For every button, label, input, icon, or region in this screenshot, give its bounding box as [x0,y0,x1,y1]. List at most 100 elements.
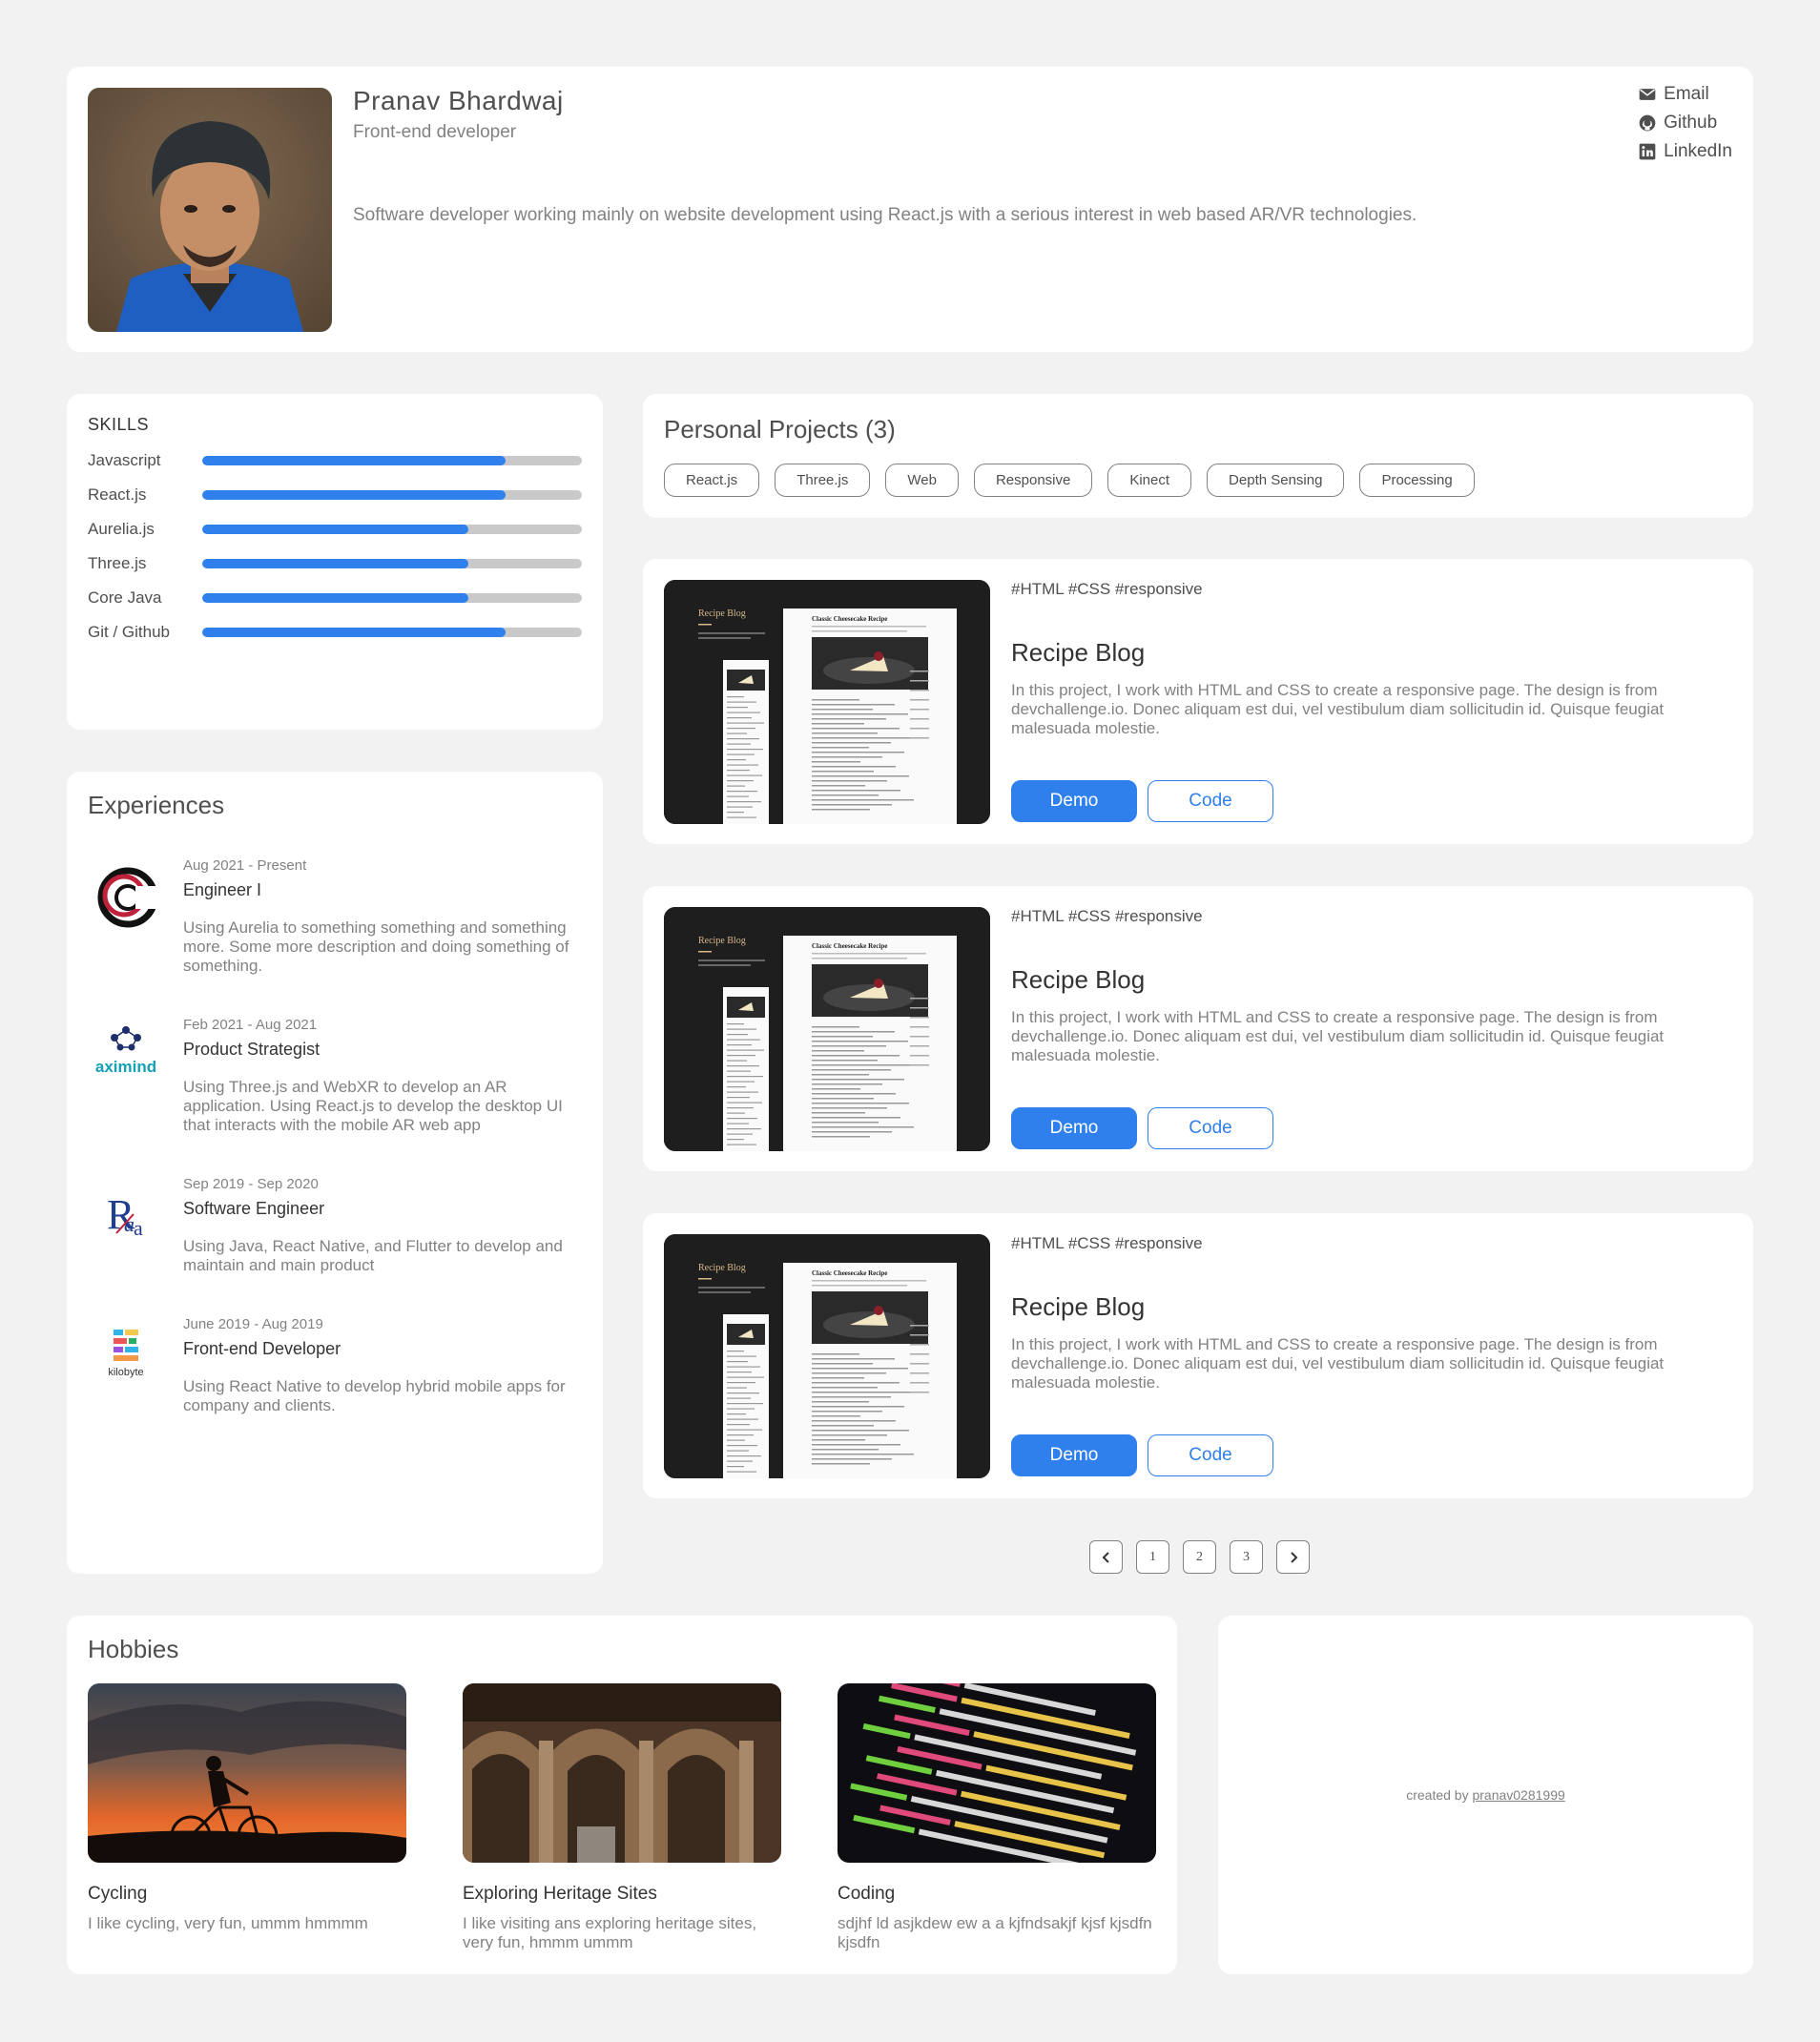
skills-card: SKILLS Javascript React.js Aurelia.js Th… [67,394,603,730]
demo-button[interactable]: Demo [1011,780,1137,822]
tag-responsive[interactable]: Responsive [973,464,1093,497]
profile-avatar [88,88,332,332]
chevron-left-icon [1102,1551,1109,1563]
skill-bar-fill [202,628,507,637]
tag-threejs[interactable]: Three.js [775,464,871,497]
experience-item: R a a Sep 2019 - Sep 2020 Software Engin… [88,1176,582,1281]
project-title: Recipe Blog [1011,1292,1146,1321]
code-button[interactable]: Code [1148,780,1273,822]
skill-bar-fill [202,525,468,534]
email-link[interactable]: Email [1638,84,1732,105]
hobbies-heading: Hobbies [88,1635,179,1663]
credit-prefix: created by [1406,1787,1469,1803]
linkedin-icon [1639,143,1656,160]
profile-name: Pranav Bhardwaj [353,86,564,115]
hobby-desc: I like cycling, very fun, ummm hmmmm [88,1914,368,1932]
tag-kinect[interactable]: Kinect [1107,464,1192,497]
company-logo: R a a [88,1176,164,1252]
recipe-blog-screenshot: Recipe Blog Classic Cheesecake Recipe [664,580,990,824]
skill-row: Three.js [88,552,582,575]
thumb-recipe-title: Classic Cheesecake Recipe [812,1269,887,1277]
page-1-button[interactable]: 1 [1136,1540,1169,1574]
next-page-button[interactable] [1276,1540,1310,1574]
skill-name: Javascript [88,451,161,469]
experience-title: Product Strategist [183,1040,321,1059]
skill-bar [202,525,582,534]
experience-desc: Using Java, React Native, and Flutter to… [183,1237,563,1274]
experience-item: aximind Feb 2021 - Aug 2021 Product Stra… [88,1017,582,1141]
hobby-item: Cycling I like cycling, very fun, ummm h… [88,1683,406,1933]
svg-text:a: a [134,1216,143,1240]
recipe-blog-screenshot: Recipe Blog Classic Cheesecake Recipe [664,1234,990,1478]
tag-processing[interactable]: Processing [1359,464,1475,497]
experiences-heading: Experiences [88,791,225,819]
footer-card: created by pranav0281999 [1218,1616,1753,1974]
project-card: Recipe Blog Classic Cheesecake Recipe #HT… [643,559,1753,844]
hobby-title: Cycling [88,1884,148,1904]
linkedin-link[interactable]: LinkedIn [1638,141,1732,162]
hobby-desc: I like visiting ans exploring heritage s… [463,1914,757,1951]
hobby-title: Coding [838,1884,896,1904]
thumb-blog-name: Recipe Blog [698,936,746,946]
project-thumbnail: Recipe Blog Classic Cheesecake Recipe [664,1234,990,1478]
heritage-image [463,1683,781,1863]
experience-desc: Using Three.js and WebXR to develop an A… [183,1078,563,1134]
tag-reactjs[interactable]: React.js [664,464,760,497]
recipe-blog-screenshot: Recipe Blog Classic Cheesecake Recipe [664,907,990,1151]
thumb-recipe-title: Classic Cheesecake Recipe [812,615,887,623]
skill-row: Core Java [88,587,582,609]
github-label: Github [1664,113,1718,133]
thumb-blog-name: Recipe Blog [698,608,746,619]
skill-bar-fill [202,593,468,603]
skill-bar-fill [202,456,507,465]
github-icon [1639,114,1656,132]
experience-title: Engineer I [183,880,262,899]
skill-name: Core Java [88,588,162,607]
tag-web[interactable]: Web [885,464,959,497]
kilobyte-logo-text: kilobyte [108,1367,143,1378]
experiences-card: Experiences Aug 2021 - Present Engineer … [67,772,603,1574]
skill-name: Aurelia.js [88,520,155,538]
aximind-logo-text: aximind [95,1058,156,1076]
demo-button[interactable]: Demo [1011,1107,1137,1149]
kilobyte-logo: kilobyte [88,1316,164,1392]
author-link[interactable]: pranav0281999 [1472,1787,1564,1803]
experience-item: Aug 2021 - Present Engineer I Using Aure… [88,857,582,981]
project-card: Recipe Blog Classic Cheesecake Recipe #HT… [643,886,1753,1171]
code-button[interactable]: Code [1148,1434,1273,1476]
email-label: Email [1664,84,1709,104]
project-thumbnail: Recipe Blog Classic Cheesecake Recipe [664,580,990,824]
skill-row: React.js [88,484,582,506]
skill-row: Javascript [88,449,582,472]
chevron-right-icon [1290,1551,1297,1563]
code-button[interactable]: Code [1148,1107,1273,1149]
skill-bar-fill [202,559,468,568]
project-desc: In this project, I work with HTML and CS… [1011,1335,1665,1392]
skill-bar [202,559,582,568]
credit-text: created by pranav0281999 [1218,1787,1753,1803]
experience-title: Front-end Developer [183,1339,341,1358]
tag-depth-sensing[interactable]: Depth Sensing [1207,464,1345,497]
page-3-button[interactable]: 3 [1230,1540,1263,1574]
profile-role: Front-end developer [353,122,517,142]
profile-bio: Software developer working mainly on web… [353,205,1417,225]
page-2-button[interactable]: 2 [1183,1540,1216,1574]
project-desc: In this project, I work with HTML and CS… [1011,681,1665,737]
experience-desc: Using Aurelia to something something and… [183,918,569,975]
experience-date: Feb 2021 - Aug 2021 [183,1017,318,1033]
skill-bar-fill [202,490,507,500]
skill-name: Git / Github [88,623,170,641]
experience-date: Aug 2021 - Present [183,857,307,874]
company-logo [88,857,164,934]
project-title: Recipe Blog [1011,638,1146,667]
skill-bar [202,628,582,637]
hobby-title: Exploring Heritage Sites [463,1884,657,1904]
project-hashtags: #HTML #CSS #responsive [1011,580,1203,598]
projects-heading: Personal Projects (3) [664,415,896,443]
demo-button[interactable]: Demo [1011,1434,1137,1476]
prev-page-button[interactable] [1089,1540,1123,1574]
github-link[interactable]: Github [1638,113,1732,134]
linkedin-label: LinkedIn [1664,141,1732,161]
skill-bar [202,593,582,603]
skill-bar [202,456,582,465]
